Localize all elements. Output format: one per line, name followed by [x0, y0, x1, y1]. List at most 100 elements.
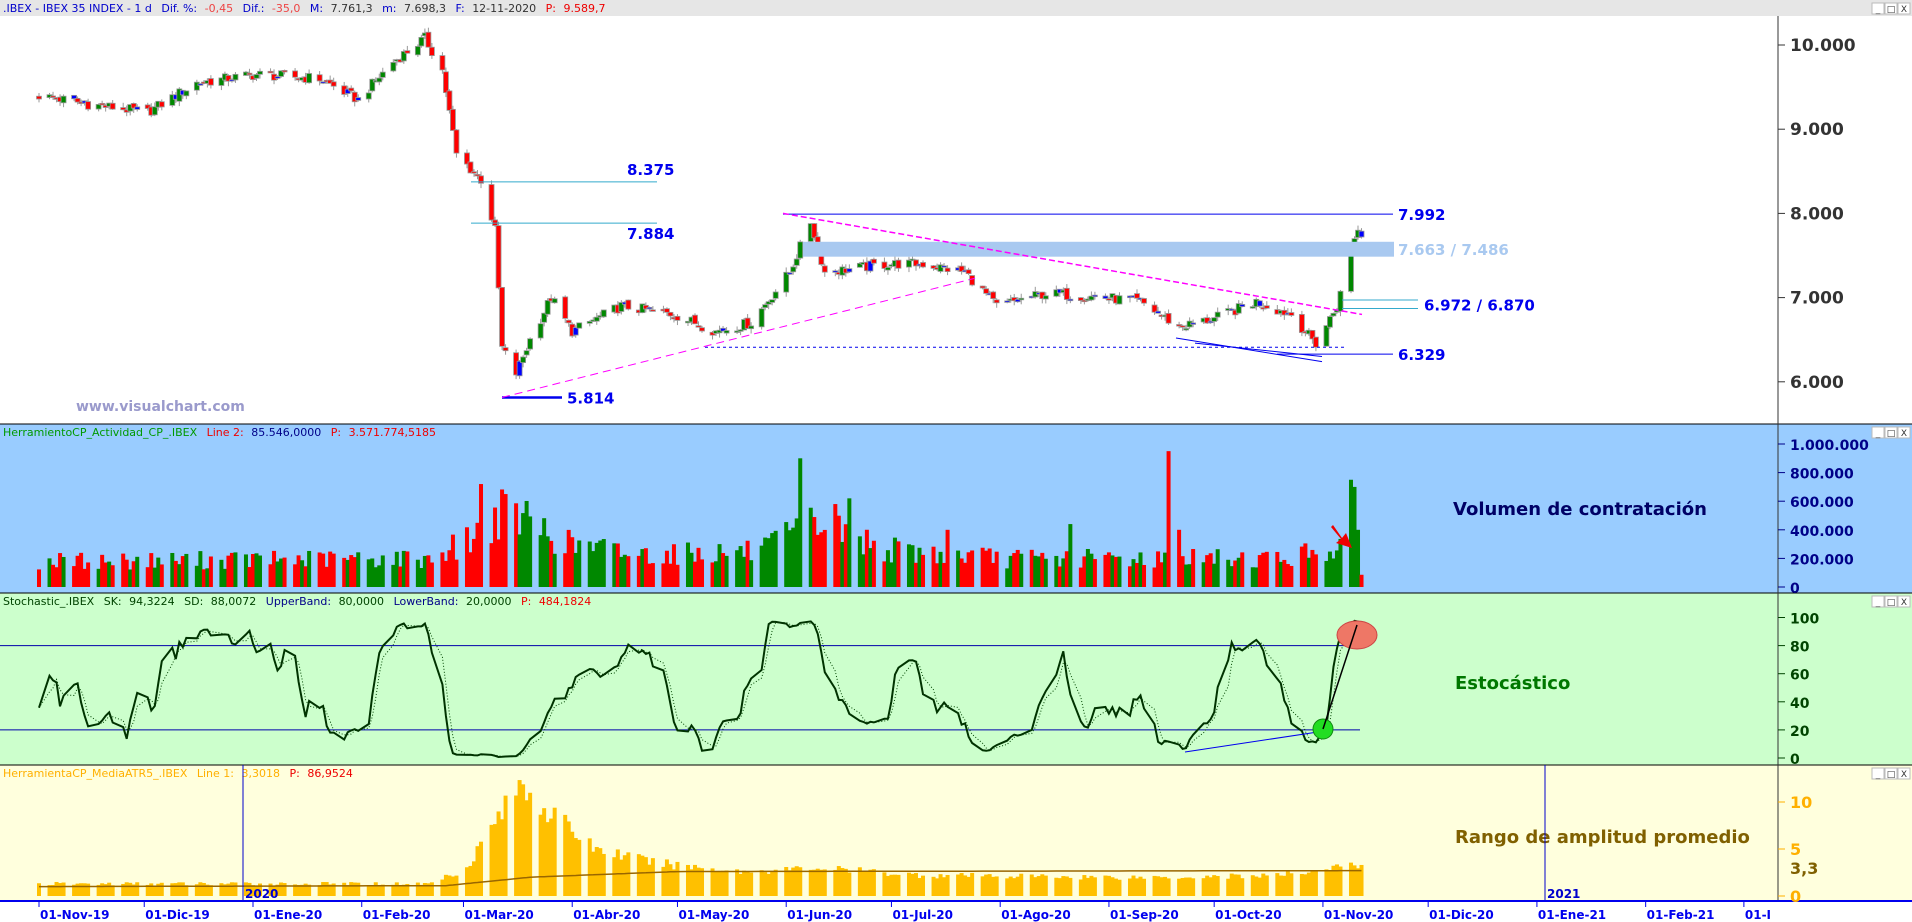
- atr-bar: [1152, 875, 1157, 896]
- atr-bar: [475, 846, 480, 896]
- atr-bar: [1082, 875, 1087, 896]
- volume-bar: [984, 550, 989, 587]
- volume-bar: [293, 564, 298, 587]
- volume-bar: [503, 494, 508, 587]
- candle: [1018, 297, 1025, 301]
- volume-bar: [110, 565, 115, 587]
- candle: [783, 271, 790, 293]
- atr-bar: [566, 821, 571, 896]
- atr-bar: [173, 883, 178, 896]
- candle: [502, 347, 509, 352]
- volume-bar: [721, 553, 726, 587]
- atr-bar: [82, 883, 87, 896]
- y-tick-label: 400.000: [1790, 524, 1854, 540]
- candle: [1141, 298, 1147, 304]
- atr-bar: [1303, 874, 1308, 896]
- volume-bar: [100, 554, 105, 587]
- volume-bar: [724, 555, 729, 587]
- volume-bar: [180, 556, 185, 587]
- window-minimize-icon: _: [1875, 429, 1881, 439]
- atr-bar: [356, 882, 361, 896]
- volume-bar: [812, 517, 817, 587]
- candle: [723, 330, 730, 334]
- atr-bar: [86, 883, 91, 896]
- atr-bar: [661, 866, 666, 896]
- candle: [1330, 312, 1337, 317]
- volume-bar: [422, 555, 427, 587]
- line-label: Line 2:: [207, 426, 244, 439]
- volume-bar: [415, 559, 420, 587]
- atr-bar: [700, 868, 705, 896]
- volume-bar: [552, 553, 557, 587]
- volume-bar: [352, 557, 357, 587]
- candle: [495, 225, 502, 289]
- volume-bar: [843, 524, 848, 587]
- volume-bar: [219, 559, 224, 587]
- atr-bar: [717, 870, 722, 896]
- candle: [821, 265, 828, 273]
- atr-bar: [917, 878, 922, 896]
- atr-bar: [636, 854, 641, 896]
- atr-bar: [233, 882, 238, 896]
- p-value: 3.571.774,5185: [349, 426, 436, 439]
- atr-bar: [514, 795, 519, 896]
- atr-bar: [1282, 875, 1287, 896]
- candle: [1063, 287, 1070, 300]
- atr-bar: [394, 882, 399, 896]
- volume-bar: [1019, 553, 1024, 587]
- candle: [527, 338, 534, 350]
- volume-bar: [696, 547, 701, 587]
- level-label-6329: 6.329: [1398, 346, 1445, 364]
- p-label: P:: [546, 2, 556, 15]
- volume-bar: [468, 552, 473, 587]
- max-label: M:: [310, 2, 323, 15]
- volume-bar: [331, 553, 336, 587]
- volume-bar: [1008, 555, 1013, 587]
- volume-bar: [1282, 559, 1287, 587]
- volume-bar: [401, 550, 406, 587]
- volume-bar: [1289, 565, 1294, 587]
- atr-bar: [419, 884, 424, 896]
- volume-bar: [450, 534, 455, 587]
- volume-bar: [1236, 557, 1241, 587]
- candle: [488, 184, 495, 221]
- atr-bar: [675, 861, 680, 896]
- resistance-zone: [803, 241, 1394, 257]
- volume-bar: [759, 545, 764, 587]
- atr-bar: [1327, 871, 1332, 896]
- atr-bar: [991, 876, 996, 896]
- atr-bar: [671, 869, 676, 896]
- volume-bar: [82, 568, 87, 587]
- volume-bar: [96, 568, 101, 587]
- volume-bar: [51, 564, 56, 587]
- candle: [450, 108, 456, 131]
- atr-bar: [770, 871, 775, 896]
- candle: [453, 129, 460, 154]
- p-label: P:: [289, 767, 299, 780]
- atr-bar: [1036, 876, 1041, 896]
- atr-bar: [1061, 876, 1066, 896]
- volume-bar: [921, 554, 926, 587]
- atr-bar: [1278, 875, 1283, 896]
- volume-bar: [1012, 553, 1017, 587]
- watermark: www.visualchart.com: [76, 399, 245, 415]
- volume-bar: [170, 552, 175, 587]
- volume-bar: [738, 546, 743, 587]
- candle: [990, 291, 997, 300]
- atr-bar: [377, 885, 382, 896]
- atr-bar: [1064, 876, 1069, 896]
- volume-bar: [398, 566, 403, 587]
- volume-bar: [643, 548, 648, 587]
- volume-bar: [808, 507, 813, 587]
- atr-bar: [570, 831, 575, 896]
- atr-bar: [612, 857, 617, 896]
- volume-bar: [159, 564, 164, 587]
- atr-bar: [1184, 877, 1189, 896]
- candle: [1298, 314, 1305, 333]
- y-tick-label: 5: [1790, 840, 1801, 859]
- candle: [664, 308, 670, 313]
- candle: [576, 322, 583, 329]
- candle: [699, 327, 705, 332]
- candle: [1239, 304, 1246, 308]
- window-maximize-icon: □: [1887, 5, 1896, 15]
